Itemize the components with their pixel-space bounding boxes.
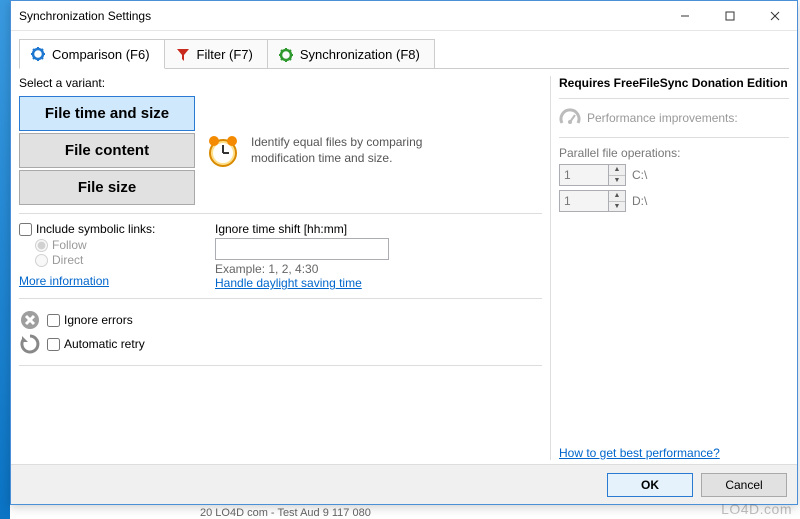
background-text-fragment: 20 LO4D com - Test Aud 9 117 080	[200, 507, 371, 519]
funnel-icon	[175, 47, 191, 63]
cancel-button[interactable]: Cancel	[701, 473, 787, 497]
clock-icon	[205, 133, 241, 169]
ignore-errors-checkbox[interactable]: Ignore errors	[19, 309, 542, 331]
minimize-button[interactable]	[662, 1, 707, 30]
divider	[559, 137, 789, 138]
retry-icon	[19, 333, 41, 355]
parallel-ops-value-c[interactable]	[559, 164, 609, 186]
donation-required-title: Requires FreeFileSync Donation Edition	[559, 76, 789, 90]
gauge-icon	[559, 107, 581, 129]
gear-icon	[278, 47, 294, 63]
timeshift-input[interactable]	[215, 238, 389, 260]
auto-retry-checkbox[interactable]: Automatic retry	[19, 333, 542, 355]
chevron-up-icon[interactable]: ▲	[609, 191, 625, 202]
error-x-icon	[19, 309, 41, 331]
variant-content-button[interactable]: File content	[19, 133, 195, 168]
drive-label-c: C:\	[632, 168, 647, 182]
ok-button[interactable]: OK	[607, 473, 693, 497]
ignore-errors-input[interactable]	[47, 314, 60, 327]
divider	[559, 98, 789, 99]
parallel-ops-row-d: ▲▼ D:\	[559, 190, 789, 212]
close-button[interactable]	[752, 1, 797, 30]
vertical-divider	[550, 76, 551, 460]
dst-link[interactable]: Handle daylight saving time	[215, 276, 362, 290]
symlinks-checkbox-input[interactable]	[19, 223, 32, 236]
tab-label: Comparison (F6)	[52, 47, 150, 62]
maximize-button[interactable]	[707, 1, 752, 30]
performance-label: Performance improvements:	[587, 111, 738, 125]
auto-retry-input[interactable]	[47, 338, 60, 351]
radio-label: Follow	[52, 238, 87, 252]
auto-retry-label: Automatic retry	[64, 337, 145, 351]
watermark: LO4D.com	[721, 501, 792, 517]
divider	[19, 298, 542, 299]
symlinks-label: Include symbolic links:	[36, 222, 155, 236]
symlinks-checkbox[interactable]: Include symbolic links:	[19, 222, 195, 236]
drive-label-d: D:\	[632, 194, 647, 208]
chevron-down-icon[interactable]: ▼	[609, 202, 625, 212]
variant-size-button[interactable]: File size	[19, 170, 195, 205]
tab-label: Synchronization (F8)	[300, 47, 420, 62]
tab-label: Filter (F7)	[197, 47, 253, 62]
timeshift-example: Example: 1, 2, 4:30	[215, 262, 389, 276]
settings-dialog: Synchronization Settings Comparison (F6)…	[10, 0, 798, 505]
variant-time-size-button[interactable]: File time and size	[19, 96, 195, 131]
tab-bar: Comparison (F6) Filter (F7) Synchronizat…	[11, 31, 797, 69]
gear-icon	[30, 46, 46, 62]
window-title: Synchronization Settings	[19, 9, 151, 23]
radio-label: Direct	[52, 253, 83, 267]
variant-label: Select a variant:	[19, 76, 542, 90]
chevron-down-icon[interactable]: ▼	[609, 176, 625, 186]
ignore-errors-label: Ignore errors	[64, 313, 133, 327]
tab-synchronization[interactable]: Synchronization (F8)	[267, 39, 435, 69]
dialog-footer: OK Cancel	[11, 464, 797, 504]
divider	[19, 213, 542, 214]
timeshift-label: Ignore time shift [hh:mm]	[215, 222, 389, 236]
background-window-strip	[0, 0, 10, 519]
variant-description: Identify equal files by comparing modifi…	[251, 135, 481, 166]
titlebar: Synchronization Settings	[11, 1, 797, 31]
parallel-ops-row-c: ▲▼ C:\	[559, 164, 789, 186]
tab-filter[interactable]: Filter (F7)	[164, 39, 268, 69]
parallel-ops-value-d[interactable]	[559, 190, 609, 212]
best-performance-link[interactable]: How to get best performance?	[559, 446, 789, 460]
spinner-arrows[interactable]: ▲▼	[609, 164, 626, 186]
parallel-ops-label: Parallel file operations:	[559, 146, 789, 160]
more-information-link[interactable]: More information	[19, 274, 109, 288]
chevron-up-icon[interactable]: ▲	[609, 165, 625, 176]
symlinks-follow-radio[interactable]: Follow	[35, 238, 195, 252]
divider	[19, 365, 542, 366]
spinner-arrows[interactable]: ▲▼	[609, 190, 626, 212]
tab-comparison[interactable]: Comparison (F6)	[19, 39, 165, 69]
symlinks-direct-radio[interactable]: Direct	[35, 253, 195, 267]
